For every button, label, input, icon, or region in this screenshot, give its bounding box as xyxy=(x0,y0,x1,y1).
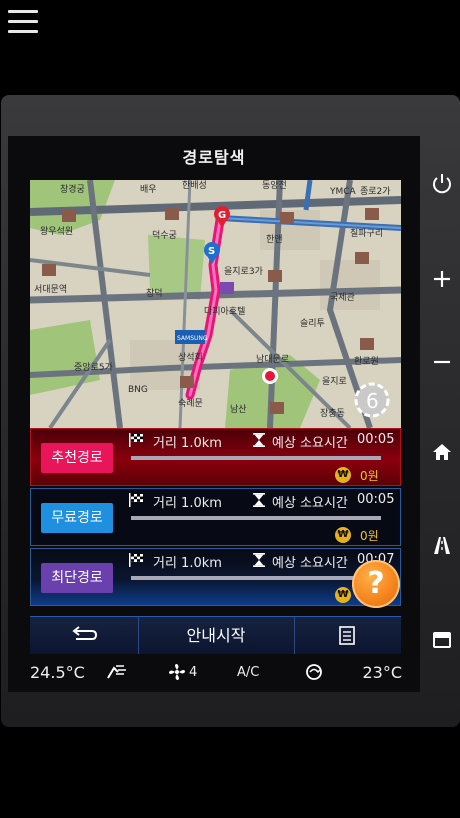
hourglass-icon xyxy=(253,433,265,447)
eta-time: 00:05 xyxy=(357,492,395,507)
fan-icon[interactable] xyxy=(168,663,186,681)
map-label: 장충동 xyxy=(320,408,345,419)
map-label: 창덕 xyxy=(146,288,163,299)
map-label: 을지로3가 xyxy=(224,266,263,277)
route-progress-track xyxy=(131,456,381,460)
eta-label: 예상 소요시간 xyxy=(272,496,348,511)
back-arrow-icon xyxy=(72,626,98,640)
map-label: 한배성 xyxy=(182,180,207,191)
map-label: 왕우석원 xyxy=(40,226,73,237)
route-list-button[interactable] xyxy=(294,617,401,654)
goal-marker-label: G xyxy=(218,210,226,221)
map-label: 남산 xyxy=(230,404,247,415)
route-distance: 거리 1.0km xyxy=(153,556,222,571)
help-button[interactable]: ? xyxy=(352,560,400,608)
shortest-route-button[interactable]: 최단경로 xyxy=(41,563,113,593)
recommended-route-button[interactable]: 추천경로 xyxy=(41,443,113,473)
hourglass-icon xyxy=(253,493,265,507)
map-label: 국제관 xyxy=(330,292,355,303)
ac-toggle[interactable]: A/C xyxy=(237,665,259,680)
map-label: YMCA xyxy=(329,187,357,197)
zoom-level-badge[interactable]: 6 xyxy=(354,382,390,418)
checkered-flag-icon xyxy=(129,493,143,507)
map-label: 동양전 xyxy=(262,180,287,191)
action-bar: 안내시작 xyxy=(30,616,401,654)
start-guidance-button[interactable]: 안내시작 xyxy=(138,617,295,654)
won-coin-icon: ₩ xyxy=(335,587,351,603)
eta-label: 예상 소요시간 xyxy=(272,556,348,571)
page-title: 경로탐색 xyxy=(182,148,246,167)
map-label: 칠파구리 xyxy=(350,228,383,239)
map-label: 서대문역 xyxy=(34,284,67,295)
route-option-shortest[interactable]: 최단경로 거리 1.0km 예상 소요시간 00:07 ₩ 0원 xyxy=(30,548,401,606)
toll-fare: 0원 xyxy=(360,529,379,543)
hamburger-menu-icon[interactable] xyxy=(8,10,38,33)
route-progress-track xyxy=(131,516,381,520)
head-unit-screen: 경로탐색 창경궁 배우 한배성 동양전 YMCA 종로2가 왕우석원 덕수궁 한… xyxy=(8,136,420,692)
map-label: 남대문로 xyxy=(256,354,289,365)
toll-fare: 0원 xyxy=(360,469,379,483)
screen-toggle-icon[interactable] xyxy=(430,628,454,652)
map-label: 창경궁 xyxy=(60,183,85,195)
map-label: 환로원 xyxy=(354,355,379,367)
map-label: 덕수궁 xyxy=(152,230,177,241)
eta-label: 예상 소요시간 xyxy=(272,436,348,451)
power-icon[interactable] xyxy=(430,172,454,196)
map-label: 배우 xyxy=(140,184,157,195)
list-document-icon xyxy=(339,626,355,645)
driver-temperature[interactable]: 24.5°C xyxy=(30,663,85,682)
eta-time: 00:05 xyxy=(357,432,395,447)
map-label: 을지로 xyxy=(322,376,347,387)
route-option-free[interactable]: 무료경로 거리 1.0km 예상 소요시간 00:05 ₩ 0원 xyxy=(30,488,401,546)
route-progress-track xyxy=(131,576,381,580)
route-map[interactable]: 창경궁 배우 한배성 동양전 YMCA 종로2가 왕우석원 덕수궁 한앤 칠파구… xyxy=(30,180,401,428)
checkered-flag-icon xyxy=(129,553,143,567)
start-marker-label: S xyxy=(208,246,215,257)
checkered-flag-icon xyxy=(129,433,143,447)
map-label: 상석회 xyxy=(178,352,203,363)
map-label: 숙례문 xyxy=(178,398,203,409)
free-route-button[interactable]: 무료경로 xyxy=(41,503,113,533)
zoom-level-value: 6 xyxy=(366,389,379,413)
back-button[interactable] xyxy=(30,617,139,654)
volume-down-icon[interactable] xyxy=(430,350,454,374)
map-label: 슬리투 xyxy=(300,318,325,329)
volume-up-icon[interactable] xyxy=(430,267,454,291)
seat-airflow-icon[interactable] xyxy=(104,662,128,682)
passenger-temperature[interactable]: 23°C xyxy=(362,663,402,682)
home-icon[interactable] xyxy=(430,440,454,464)
fan-level: 4 xyxy=(189,665,198,680)
navigation-road-icon[interactable] xyxy=(430,533,454,557)
route-distance: 거리 1.0km xyxy=(153,496,222,511)
map-label: 다피아호텔 xyxy=(204,305,245,317)
route-option-recommended[interactable]: 추천경로 거리 1.0km 예상 소요시간 00:05 ₩ 0원 xyxy=(30,428,401,486)
route-distance: 거리 1.0km xyxy=(153,436,222,451)
map-label: 한앤 xyxy=(266,234,283,245)
won-coin-icon: ₩ xyxy=(335,467,351,483)
recirculation-icon[interactable] xyxy=(304,662,324,682)
climate-bar: 24.5°C 4 A/C 23°C xyxy=(8,654,420,692)
map-label: 종로2가 xyxy=(360,186,391,197)
map-label: BNG xyxy=(128,385,148,395)
flower-poi-icon xyxy=(262,368,278,384)
samsung-label: SAMSUNG xyxy=(177,335,208,342)
hourglass-icon xyxy=(253,553,265,567)
map-label: 중앙로5가 xyxy=(74,361,113,373)
won-coin-icon: ₩ xyxy=(335,527,351,543)
